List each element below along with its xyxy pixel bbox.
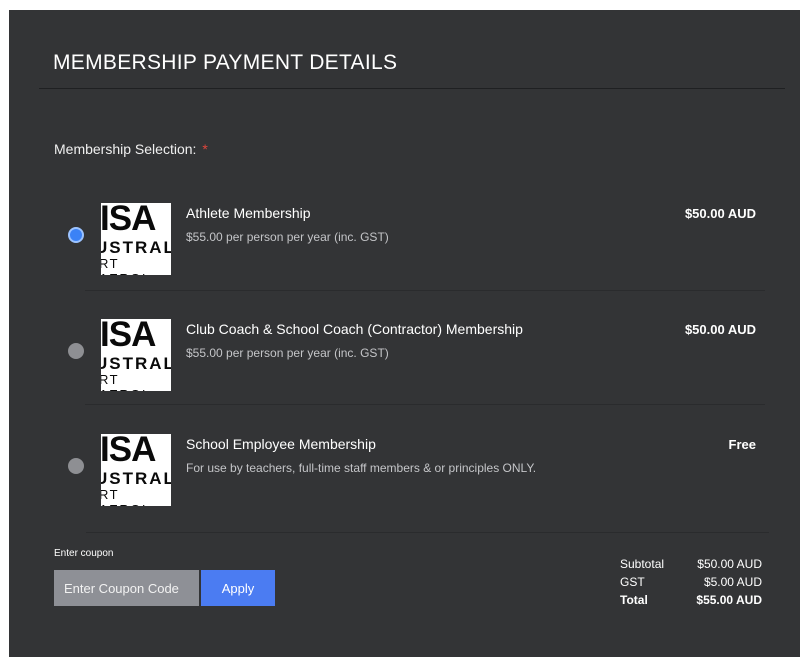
logo-text-line3: RT AEROI [101, 487, 145, 506]
membership-option-description: $55.00 per person per year (inc. GST) [186, 346, 389, 360]
logo-text-line2: USTRAL [101, 354, 171, 373]
radio-athlete-membership[interactable] [68, 227, 84, 243]
radio-club-coach-membership[interactable] [68, 343, 84, 359]
total-value: $55.00 AUD [696, 593, 762, 607]
logo-text-line3: RT AEROI [101, 372, 145, 391]
membership-selection-label-text: Membership Selection: [54, 141, 197, 157]
header-divider [39, 88, 785, 89]
logo-text-line1: ISA [101, 203, 156, 238]
logo-text-line2: USTRAL [101, 469, 171, 488]
membership-option-name: School Employee Membership [186, 436, 376, 452]
subtotal-row: Subtotal $50.00 AUD [620, 557, 762, 575]
logo-text-line1: ISA [101, 434, 156, 469]
membership-option-school-employee[interactable]: ISA USTRAL RT AEROI School Employee Memb… [54, 422, 766, 522]
option-divider [85, 404, 765, 405]
membership-option-name: Club Coach & School Coach (Contractor) M… [186, 321, 523, 337]
membership-logo: ISA USTRAL RT AEROI [101, 203, 171, 275]
membership-option-price: $50.00 AUD [684, 322, 756, 337]
coupon-label: Enter coupon [54, 548, 114, 559]
gst-label: GST [620, 575, 645, 589]
membership-option-athlete[interactable]: ISA USTRAL RT AEROI Athlete Membership $… [54, 191, 766, 291]
apply-coupon-button[interactable]: Apply [201, 570, 275, 606]
membership-option-description: For use by teachers, full-time staff mem… [186, 461, 537, 475]
order-totals: Subtotal $50.00 AUD GST $5.00 AUD Total … [620, 557, 762, 611]
membership-option-price: Free [728, 437, 756, 452]
page-title: MEMBERSHIP PAYMENT DETAILS [53, 51, 398, 74]
gst-row: GST $5.00 AUD [620, 575, 762, 593]
subtotal-label: Subtotal [620, 557, 665, 571]
gst-value: $5.00 AUD [703, 575, 762, 589]
coupon-code-input[interactable] [54, 570, 199, 606]
logo-text-line1: ISA [101, 319, 156, 354]
required-marker: * [202, 141, 208, 157]
membership-logo: ISA USTRAL RT AEROI [101, 434, 171, 506]
subtotal-value: $50.00 AUD [697, 557, 762, 571]
membership-selection-label: Membership Selection: * [54, 141, 208, 157]
membership-logo: ISA USTRAL RT AEROI [101, 319, 171, 391]
total-row: Total $55.00 AUD [620, 593, 762, 611]
radio-school-employee-membership[interactable] [68, 458, 84, 474]
logo-text-line2: USTRAL [101, 238, 171, 257]
membership-option-price: $50.00 AUD [684, 206, 756, 221]
total-label: Total [620, 593, 648, 607]
membership-option-name: Athlete Membership [186, 205, 311, 221]
logo-text-line3: RT AEROI [101, 256, 145, 275]
options-bottom-divider [86, 532, 769, 533]
membership-option-club-coach[interactable]: ISA USTRAL RT AEROI Club Coach & School … [54, 307, 766, 407]
option-divider [85, 290, 765, 291]
membership-option-description: $55.00 per person per year (inc. GST) [186, 230, 389, 244]
